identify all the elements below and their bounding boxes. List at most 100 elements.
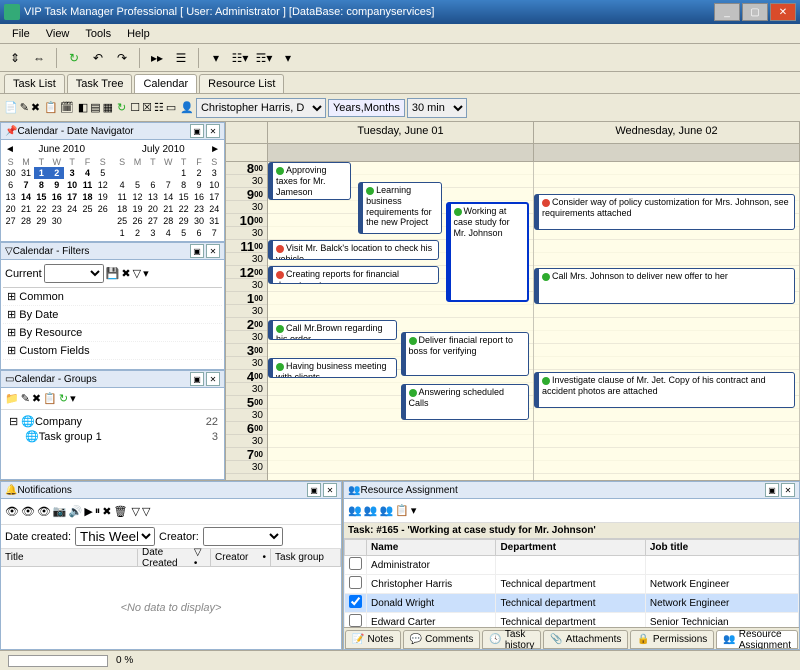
resource-row[interactable]: Administrator — [345, 556, 799, 575]
calendar-day[interactable]: 6 — [3, 179, 18, 191]
calendar-day[interactable]: 16 — [191, 191, 206, 203]
calendar-day[interactable]: 4 — [80, 167, 95, 179]
user-dropdown[interactable]: Christopher Harris, D — [196, 98, 326, 118]
calendar-day[interactable]: 5 — [176, 227, 191, 239]
calendar-day[interactable]: 15 — [34, 191, 49, 203]
resource-tab[interactable]: 🔒Permissions — [630, 630, 714, 649]
calendar-day[interactable]: 28 — [161, 215, 176, 227]
calendar-day[interactable]: 3 — [64, 167, 79, 179]
appointment[interactable]: Consider way of policy customization for… — [534, 194, 795, 230]
calendar-day[interactable]: 10 — [207, 179, 222, 191]
notif-filter-btn[interactable]: ▽ — [131, 505, 139, 518]
calendar-day[interactable]: 8 — [176, 179, 191, 191]
resource-checkbox[interactable] — [349, 576, 362, 589]
notif-btn-4[interactable]: 📷 — [53, 505, 67, 518]
interval-dropdown[interactable]: 30 min — [407, 98, 467, 118]
appointment[interactable]: Learning business requirements for the n… — [358, 182, 441, 234]
calendar-day[interactable]: 22 — [176, 203, 191, 215]
view-timeline-button[interactable]: ▭ — [166, 101, 176, 114]
calendar-day[interactable]: 19 — [95, 191, 110, 203]
calendar-day[interactable]: 5 — [130, 179, 145, 191]
res-btn-2[interactable]: 👥 — [364, 504, 378, 517]
resource-tab[interactable]: 💬Comments — [403, 630, 481, 649]
calendar-day[interactable]: 24 — [64, 203, 79, 215]
calendar-day[interactable]: 21 — [18, 203, 33, 215]
panel-max-button[interactable]: ▣ — [765, 483, 779, 497]
refresh-button[interactable]: ↻ — [63, 47, 85, 69]
notif-btn-9[interactable]: 🗑 — [114, 505, 128, 518]
appointment[interactable]: Visit Mr. Balck's location to check his … — [268, 240, 439, 260]
notif-header-title[interactable]: Title — [1, 549, 138, 566]
cal-icon-7[interactable]: ▤ — [90, 101, 100, 114]
appointment[interactable]: Having business meeting with clients — [268, 358, 397, 378]
menu-help[interactable]: Help — [119, 26, 158, 42]
appointment[interactable]: Creating reports for financial departmen… — [268, 266, 439, 284]
cal-icon-3[interactable]: ✖ — [31, 101, 40, 114]
calendar-day[interactable]: 9 — [49, 179, 64, 191]
calendar-day[interactable]: 12 — [130, 191, 145, 203]
redo-button[interactable]: ↷ — [111, 47, 133, 69]
res-th-name[interactable]: Name — [367, 540, 496, 556]
panel-close-button[interactable]: ✕ — [206, 124, 220, 138]
calendar-day[interactable] — [64, 215, 79, 227]
allday-cell-2[interactable] — [534, 144, 800, 161]
calendar-day[interactable]: 2 — [191, 167, 206, 179]
calendar-day[interactable]: 26 — [95, 203, 110, 215]
calendar-day[interactable]: 1 — [176, 167, 191, 179]
menu-file[interactable]: File — [4, 26, 38, 42]
refresh-cal-button[interactable]: ↻ — [117, 101, 126, 114]
filter-item[interactable]: ⊞ Custom Fields — [3, 342, 222, 360]
filter-btn-3[interactable]: ▽ — [133, 267, 141, 280]
filter-btn-1[interactable]: 💾 — [106, 267, 120, 280]
day-col-2[interactable]: Consider way of policy customization for… — [534, 162, 800, 480]
panel-max-button[interactable]: ▣ — [190, 124, 204, 138]
view-day-button[interactable]: ☐ — [130, 101, 140, 114]
cal-icon-8[interactable]: ▦ — [103, 101, 113, 114]
creator-dropdown[interactable] — [203, 527, 283, 546]
minimize-button[interactable]: _ — [714, 3, 740, 21]
calendar-day[interactable]: 23 — [49, 203, 64, 215]
group-btn-4[interactable]: 📋 — [43, 392, 57, 405]
dropdown-3[interactable]: ☶▾ — [253, 47, 275, 69]
cal-icon-1[interactable]: 📄 — [4, 101, 18, 114]
calendar-day[interactable] — [161, 167, 176, 179]
calendar-day[interactable]: 29 — [176, 215, 191, 227]
panel-max-button[interactable]: ▣ — [307, 483, 321, 497]
resource-checkbox[interactable] — [349, 557, 362, 570]
cal-icon-5[interactable]: 🗓 — [60, 101, 74, 114]
appointment[interactable]: Deliver finacial report to boss for veri… — [401, 332, 530, 376]
notif-header-creator[interactable]: Creator• — [211, 549, 271, 566]
expand-all-button[interactable]: ⇕ — [4, 47, 26, 69]
calendar-day[interactable]: 3 — [145, 227, 160, 239]
resource-checkbox[interactable] — [349, 614, 362, 627]
tab-resource-list[interactable]: Resource List — [199, 74, 284, 93]
calendar-day[interactable]: 26 — [130, 215, 145, 227]
tab-calendar[interactable]: Calendar — [134, 74, 197, 93]
panel-close-button[interactable]: ✕ — [206, 372, 220, 386]
calendar-day[interactable]: 6 — [145, 179, 160, 191]
dropdown-4[interactable]: ▾ — [277, 47, 299, 69]
group-btn-2[interactable]: ✎ — [21, 392, 30, 405]
filter-item[interactable]: ⊞ By Date — [3, 306, 222, 324]
filter-item[interactable]: ⊞ By Resource — [3, 324, 222, 342]
day-col-1[interactable]: Approving taxes for Mr. JamesonLearning … — [268, 162, 534, 480]
calendar-day[interactable]: 2 — [130, 227, 145, 239]
next-month-button[interactable]: ► — [210, 144, 220, 155]
scale-buttons[interactable]: Years,Months — [328, 99, 405, 117]
group-btn-5[interactable]: ↻ — [59, 392, 68, 405]
calendar-day[interactable]: 1 — [34, 167, 49, 179]
res-th-check[interactable] — [345, 540, 367, 556]
calendar-day[interactable]: 21 — [161, 203, 176, 215]
resource-row[interactable]: Christopher HarrisTechnical departmentNe… — [345, 575, 799, 594]
date-created-dropdown[interactable]: This Week — [75, 527, 155, 546]
calendar-day[interactable]: 31 — [18, 167, 33, 179]
calendar-day[interactable]: 8 — [34, 179, 49, 191]
undo-button[interactable]: ↶ — [87, 47, 109, 69]
res-th-job[interactable]: Job title — [645, 540, 798, 556]
appointment[interactable]: Working at case study for Mr. Johnson — [446, 202, 529, 302]
panel-close-button[interactable]: ✕ — [206, 244, 220, 258]
collapse-all-button[interactable]: ⇔ — [28, 47, 50, 69]
res-th-dept[interactable]: Department — [496, 540, 645, 556]
group-item[interactable]: ⊟ 🌐 Company22 — [5, 414, 220, 429]
calendar-day[interactable]: 16 — [49, 191, 64, 203]
